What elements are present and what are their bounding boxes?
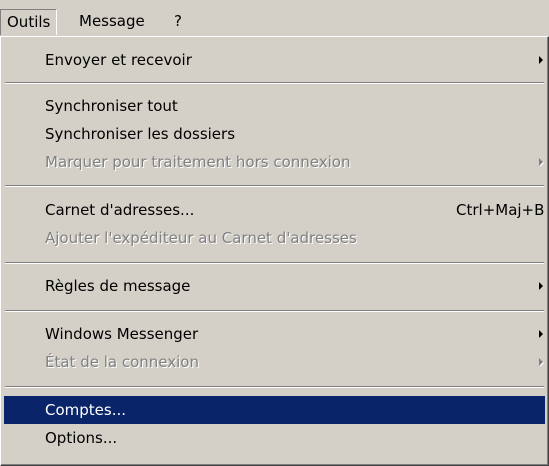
menu-outils[interactable]: Outils: [0, 9, 58, 35]
submenu-arrow-icon: [539, 158, 543, 166]
menu-item-comptes[interactable]: Comptes...: [4, 396, 545, 424]
submenu-arrow-icon: [539, 282, 543, 290]
menu-separator: [5, 82, 544, 84]
menu-separator: [5, 386, 544, 388]
menu-item-label: Ajouter l'expéditeur au Carnet d'adresse…: [45, 229, 357, 247]
menu-item-label: État de la connexion: [45, 353, 199, 371]
menu-item-label: Options...: [45, 429, 118, 447]
menu-item-synchroniser-tout[interactable]: Synchroniser tout: [4, 92, 545, 120]
menu-message[interactable]: Message: [73, 9, 151, 35]
menu-item-ajouter-expediteur: Ajouter l'expéditeur au Carnet d'adresse…: [4, 224, 545, 252]
submenu-arrow-icon: [539, 56, 543, 64]
menu-item-shortcut: Ctrl+Maj+B: [456, 201, 545, 219]
menu-item-regles-de-message[interactable]: Règles de message: [4, 272, 545, 300]
menu-item-marquer-hors-connexion: Marquer pour traitement hors connexion: [4, 148, 545, 176]
menu-item-carnet-d-adresses[interactable]: Carnet d'adresses... Ctrl+Maj+B: [4, 196, 545, 224]
menu-item-options[interactable]: Options...: [4, 424, 545, 452]
outils-dropdown-menu: Envoyer et recevoir Synchroniser tout Sy…: [0, 36, 549, 466]
menu-item-label: Synchroniser tout: [45, 97, 178, 115]
menu-item-label: Règles de message: [45, 277, 191, 295]
menu-item-envoyer-et-recevoir[interactable]: Envoyer et recevoir: [4, 46, 545, 74]
submenu-arrow-icon: [539, 358, 543, 366]
menu-item-windows-messenger[interactable]: Windows Messenger: [4, 320, 545, 348]
menu-item-synchroniser-les-dossiers[interactable]: Synchroniser les dossiers: [4, 120, 545, 148]
submenu-arrow-icon: [539, 330, 543, 338]
menu-item-label: Windows Messenger: [45, 325, 199, 343]
menu-help[interactable]: ?: [168, 9, 188, 35]
menu-item-etat-de-la-connexion: État de la connexion: [4, 348, 545, 376]
menu-separator: [5, 185, 544, 187]
menu-separator: [5, 310, 544, 312]
menu-bar: Outils Message ?: [0, 0, 549, 36]
menu-item-label: Comptes...: [45, 401, 127, 419]
menu-separator: [5, 262, 544, 264]
menu-item-label: Carnet d'adresses...: [45, 201, 195, 219]
menu-item-label: Marquer pour traitement hors connexion: [45, 153, 351, 171]
menu-item-label: Synchroniser les dossiers: [45, 125, 236, 143]
menu-item-label: Envoyer et recevoir: [45, 51, 192, 69]
